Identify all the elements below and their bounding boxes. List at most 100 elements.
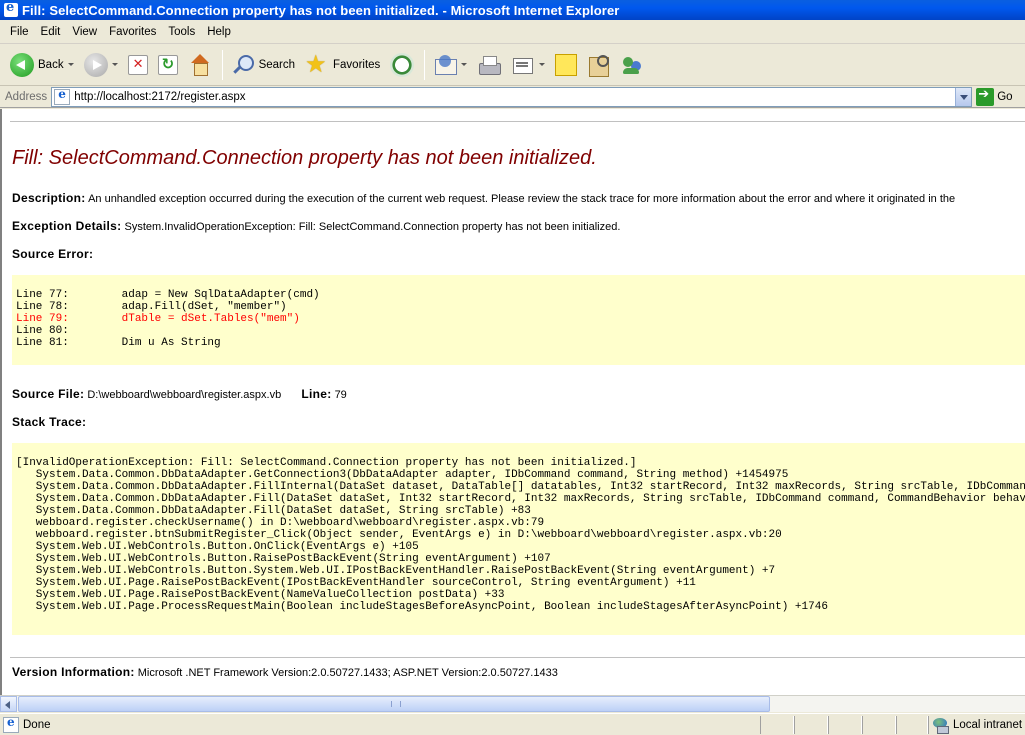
mail-dropdown-icon[interactable] <box>461 63 468 66</box>
edit-dropdown-icon[interactable] <box>539 63 546 66</box>
star-icon <box>305 50 329 78</box>
stack-trace-line: System.Web.UI.Page.RaisePostBackEvent(Na… <box>16 589 505 601</box>
favorites-label: Favorites <box>333 58 381 71</box>
version-line: Version Information: Microsoft .NET Fram… <box>12 665 558 679</box>
source-error-heading: Source Error: <box>12 247 93 261</box>
source-file-path: D:\webboard\webboard\register.aspx.vb <box>87 389 282 401</box>
scroll-left-icon[interactable] <box>0 696 17 712</box>
address-label: Address <box>5 90 48 103</box>
source-line: Line 78: adap.Fill(dSet, "member") <box>16 301 287 313</box>
intranet-icon <box>933 718 949 734</box>
description-text: An unhandled exception occurred during t… <box>88 193 956 205</box>
go-button[interactable]: Go <box>976 87 1013 106</box>
source-file-line: Source File: D:\webboard\webboard\regist… <box>12 387 347 401</box>
error-source-line: Line 79: dTable = dSet.Tables("mem") <box>16 313 300 325</box>
menu-edit[interactable]: Edit <box>35 24 67 40</box>
history-button[interactable] <box>386 48 418 82</box>
menu-file[interactable]: File <box>4 24 35 40</box>
status-panel <box>862 716 896 734</box>
stop-button[interactable] <box>124 48 152 82</box>
page-content[interactable]: Fill: SelectCommand.Connection property … <box>0 109 1025 695</box>
back-dropdown-icon[interactable] <box>67 63 74 66</box>
edit-button[interactable] <box>507 48 549 82</box>
stack-trace-line: System.Web.UI.WebControls.Button.System.… <box>16 565 776 577</box>
window-title: Fill: SelectCommand.Connection property … <box>22 2 620 18</box>
status-panel <box>760 716 794 734</box>
research-icon <box>587 53 611 77</box>
print-button[interactable] <box>473 48 505 82</box>
stack-trace-line: webboard.register.checkUsername() in D:\… <box>16 517 545 529</box>
menu-view[interactable]: View <box>66 24 103 40</box>
source-code-box: Line 77: adap = New SqlDataAdapter(cmd) L… <box>12 275 1025 365</box>
messenger-icon <box>621 53 645 77</box>
discuss-button[interactable] <box>551 48 581 82</box>
mail-button[interactable] <box>429 48 471 82</box>
bottom-divider <box>10 657 1025 658</box>
status-panel <box>896 716 928 734</box>
exception-text: System.InvalidOperationException: Fill: … <box>124 221 621 233</box>
source-line: Line 81: Dim u As String <box>16 337 221 349</box>
toolbar-separator <box>221 49 223 80</box>
home-button[interactable] <box>184 48 216 82</box>
go-arrow-icon <box>976 87 995 106</box>
source-error-label: Source Error: <box>12 247 94 261</box>
line-number: 79 <box>334 389 347 401</box>
source-line: Line 77: adap = New SqlDataAdapter(cmd) <box>16 289 320 301</box>
exception-line: Exception Details: System.InvalidOperati… <box>12 219 620 233</box>
edit-page-icon <box>511 53 535 77</box>
search-label: Search <box>258 58 296 71</box>
horizontal-scrollbar[interactable] <box>0 695 1025 712</box>
stack-trace-line: webboard.register.btnSubmitRegister_Clic… <box>16 529 782 541</box>
status-panel <box>794 716 828 734</box>
source-file-label: Source File: <box>12 387 85 401</box>
address-input[interactable]: http://localhost:2172/register.aspx <box>51 86 973 107</box>
page-status-icon <box>3 715 19 733</box>
favorites-button[interactable]: Favorites <box>301 48 384 82</box>
back-button[interactable]: Back <box>6 48 78 82</box>
menu-bar: File Edit View Favorites Tools Help <box>0 20 1025 44</box>
status-bar: Done Local intranet <box>0 713 1025 735</box>
stack-trace-line: System.Web.UI.WebControls.Button.RaisePo… <box>16 553 551 565</box>
version-label: Version Information: <box>12 665 135 679</box>
line-label: Line: <box>301 387 332 401</box>
search-button[interactable]: Search <box>227 48 299 82</box>
forward-arrow-icon <box>83 52 108 77</box>
status-text: Done <box>23 718 51 731</box>
scrollbar-thumb[interactable] <box>18 696 770 712</box>
stack-trace-line: [InvalidOperationException: Fill: Select… <box>16 457 637 469</box>
search-icon <box>231 53 255 77</box>
forward-dropdown-icon[interactable] <box>111 63 118 66</box>
stack-trace-line: System.Web.UI.Page.ProcessRequestMain(Bo… <box>16 601 828 613</box>
research-button[interactable] <box>583 48 615 82</box>
stack-trace-line: System.Web.UI.WebControls.Button.OnClick… <box>16 541 419 553</box>
stack-trace-line: System.Web.UI.Page.RaisePostBackEvent(IP… <box>16 577 696 589</box>
printer-icon <box>477 53 502 77</box>
address-bar: Address http://localhost:2172/register.a… <box>0 86 1025 108</box>
address-dropdown-icon[interactable] <box>955 87 972 106</box>
security-zone[interactable]: Local intranet <box>928 716 1022 734</box>
stop-icon <box>127 54 148 75</box>
note-icon <box>555 53 578 76</box>
source-line: Line 80: <box>16 325 69 337</box>
menu-tools[interactable]: Tools <box>162 24 201 40</box>
back-arrow-icon <box>10 52 34 77</box>
exception-label: Exception Details: <box>12 219 122 233</box>
description-line: Description: An unhandled exception occu… <box>12 191 955 205</box>
stack-trace-box: [InvalidOperationException: Fill: Select… <box>12 443 1025 635</box>
title-bar: Fill: SelectCommand.Connection property … <box>0 0 1025 20</box>
history-icon <box>390 52 415 77</box>
stack-trace-line: System.Data.Common.DbDataAdapter.Fill(Da… <box>16 493 1025 505</box>
version-text: Microsoft .NET Framework Version:2.0.507… <box>137 667 558 679</box>
menu-favorites[interactable]: Favorites <box>103 24 162 40</box>
forward-button[interactable] <box>80 48 122 82</box>
address-url[interactable]: http://localhost:2172/register.aspx <box>74 91 245 103</box>
ie-icon[interactable] <box>4 0 18 17</box>
mail-icon <box>433 53 458 77</box>
refresh-button[interactable] <box>154 48 182 82</box>
toolbar-separator <box>424 49 426 80</box>
top-divider <box>10 121 1025 122</box>
stack-trace-line: System.Data.Common.DbDataAdapter.Fill(Da… <box>16 505 531 517</box>
menu-help[interactable]: Help <box>201 24 237 40</box>
messenger-button[interactable] <box>617 48 649 82</box>
stack-trace-line: System.Data.Common.DbDataAdapter.GetConn… <box>16 469 789 481</box>
